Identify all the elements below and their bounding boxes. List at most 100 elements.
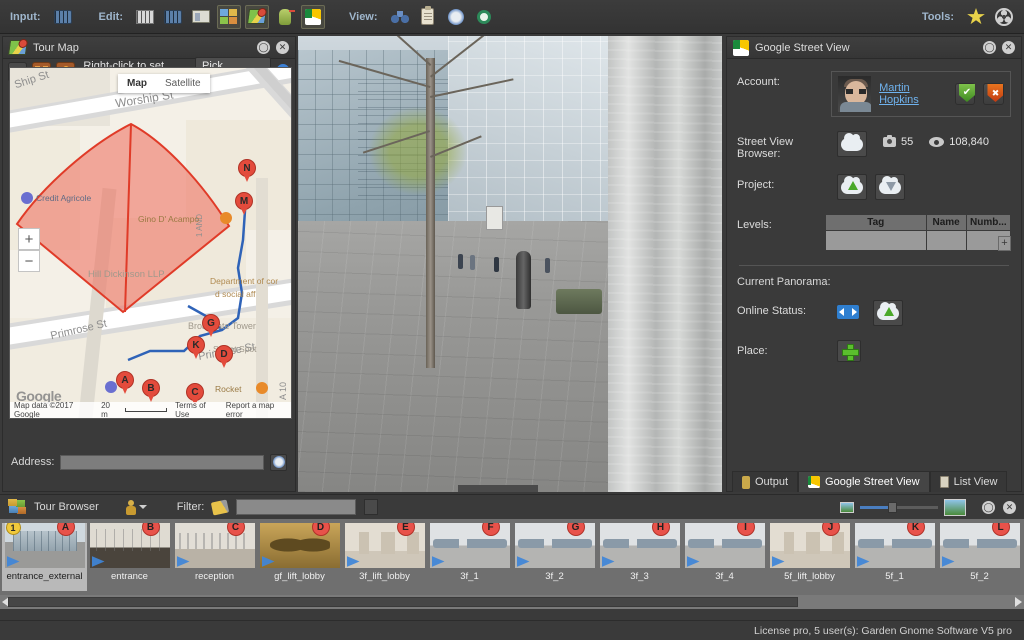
levels-cell-name[interactable] [925, 230, 967, 251]
thumbnail-image[interactable]: L [939, 523, 1020, 568]
slider-track[interactable] [860, 501, 938, 513]
output-log-button[interactable] [416, 5, 440, 29]
thumbnail-image[interactable]: D [259, 523, 340, 568]
project-download-button[interactable] [875, 174, 905, 200]
scrollbar-thumb[interactable] [8, 597, 798, 607]
edit-hotspots-button[interactable] [133, 5, 157, 29]
thumbnail-image[interactable]: K [854, 523, 935, 568]
add-place-button[interactable] [837, 340, 861, 362]
import-panorama-button[interactable] [51, 5, 75, 29]
list-item[interactable]: E 3f_lift_lobby [342, 523, 427, 591]
tab-output[interactable]: Output [732, 471, 799, 492]
map-marker-b[interactable]: B [142, 379, 160, 403]
edit-card-button[interactable] [189, 5, 213, 29]
list-item[interactable]: J 5f_lift_lobby [767, 523, 852, 591]
shield-check-icon[interactable] [954, 83, 976, 105]
place-label: Place: [737, 345, 768, 357]
user-menu-dropdown[interactable] [125, 499, 147, 515]
levels-table[interactable]: Tag Name Numb... [825, 214, 1012, 251]
arrow-up-icon [884, 307, 894, 316]
filter-input[interactable] [236, 499, 357, 515]
thumbnail-image[interactable]: G [514, 523, 595, 568]
map-type-switcher[interactable]: Map Satellite [118, 74, 210, 93]
map-report-link[interactable]: Report a map error [226, 401, 287, 418]
list-item[interactable]: B entrance [87, 523, 172, 591]
address-search-button[interactable] [270, 453, 287, 471]
compass-button[interactable] [444, 5, 468, 29]
thumbnail-image[interactable]: I [684, 523, 765, 568]
undock-icon[interactable]: ◯ [982, 500, 995, 514]
list-item[interactable]: L 5f_2 [937, 523, 1022, 591]
blue-arrows-icon[interactable] [837, 305, 859, 319]
map-canvas[interactable]: Ship St Worship St Primrose St Primrose … [9, 67, 292, 419]
thumbnail-image[interactable]: 1 A [4, 523, 85, 568]
camera-icon [883, 135, 896, 147]
list-item[interactable]: H 3f_3 [597, 523, 682, 591]
tour-browser-button[interactable] [217, 4, 241, 29]
map-marker-g[interactable]: G [202, 314, 220, 338]
map-type-satellite[interactable]: Satellite [156, 74, 210, 93]
filter-dropdown-button[interactable] [364, 499, 379, 515]
list-item[interactable]: C reception [172, 523, 257, 591]
thumbnail-image[interactable]: H [599, 523, 680, 568]
close-icon[interactable]: ✕ [1003, 500, 1016, 514]
street-view-browser-button[interactable] [837, 131, 867, 157]
thumbnail-image[interactable]: J [769, 523, 850, 568]
map-zoom-in-button[interactable]: + [18, 228, 40, 250]
map-footer: Map data ©2017 Google 20 m Terms of Use … [10, 401, 291, 418]
add-level-button[interactable]: + [998, 236, 1011, 251]
thumbnail-image[interactable]: B [89, 523, 170, 568]
levels-cell-tag[interactable] [825, 230, 927, 251]
thumbnail-strip[interactable]: 1 A entrance_external B entrance C recep… [0, 519, 1024, 595]
eye-icon [929, 137, 945, 147]
map-marker-m[interactable]: M [235, 192, 253, 216]
thumbnail-image[interactable]: C [174, 523, 255, 568]
undock-icon[interactable]: ◯ [257, 41, 270, 54]
undock-icon[interactable]: ◯ [983, 41, 996, 54]
map-marker-a[interactable]: A [116, 371, 134, 395]
list-item[interactable]: D gf_lift_lobby [257, 523, 342, 591]
slider-fill [860, 505, 890, 509]
shield-error-icon[interactable] [983, 83, 1004, 105]
tab-google-street-view[interactable]: Google Street View [798, 471, 930, 492]
list-item[interactable]: F 3f_1 [427, 523, 512, 591]
person-icon [125, 499, 137, 515]
map-terms-link[interactable]: Terms of Use [175, 401, 218, 418]
panorama-upload-button[interactable] [873, 300, 903, 326]
preview-button[interactable] [388, 5, 412, 29]
map-type-map[interactable]: Map [118, 74, 156, 93]
list-item[interactable]: G 3f_2 [512, 523, 597, 591]
list-item[interactable]: 1 A entrance_external [2, 523, 87, 591]
slider-knob[interactable] [888, 501, 897, 513]
map-marker-n[interactable]: N [238, 159, 256, 183]
add-person-button[interactable] [273, 5, 297, 29]
tour-map-button[interactable] [245, 4, 269, 29]
pencil-icon[interactable] [211, 498, 230, 516]
list-item[interactable]: I 3f_4 [682, 523, 767, 591]
map-marker-d[interactable]: D [215, 345, 233, 369]
account-user-link[interactable]: Martin Hopkins [879, 82, 947, 106]
render-button[interactable] [992, 5, 1016, 29]
effects-button[interactable] [964, 5, 988, 29]
thumbnail-image[interactable]: F [429, 523, 510, 568]
horizontal-scrollbar[interactable] [0, 595, 1024, 609]
list-item[interactable]: K 5f_1 [852, 523, 937, 591]
close-icon[interactable]: ✕ [1002, 41, 1015, 54]
thumbnail-zoom-slider[interactable] [840, 498, 966, 516]
target-button[interactable] [472, 5, 496, 29]
map-marker-label: G [202, 314, 220, 332]
panel-tab-bar: Output Google Street View List View [726, 466, 1024, 492]
map-zoom-out-button[interactable]: − [18, 250, 40, 272]
map-marker-k[interactable]: K [187, 336, 205, 360]
panorama-viewer[interactable] [298, 36, 722, 492]
google-street-view-button[interactable] [301, 4, 325, 29]
edit-view-button[interactable] [161, 5, 185, 29]
close-icon[interactable]: ✕ [276, 41, 289, 54]
thumbnail-image[interactable]: E [344, 523, 425, 568]
levels-column-name: Name [925, 214, 967, 231]
tab-list-view[interactable]: List View [929, 471, 1008, 492]
address-input[interactable] [60, 454, 264, 470]
poi-hill-dickinson: Hill Dickinson LLP [88, 269, 165, 280]
project-upload-button[interactable] [837, 174, 867, 200]
scroll-right-arrow-icon[interactable] [1015, 597, 1023, 607]
